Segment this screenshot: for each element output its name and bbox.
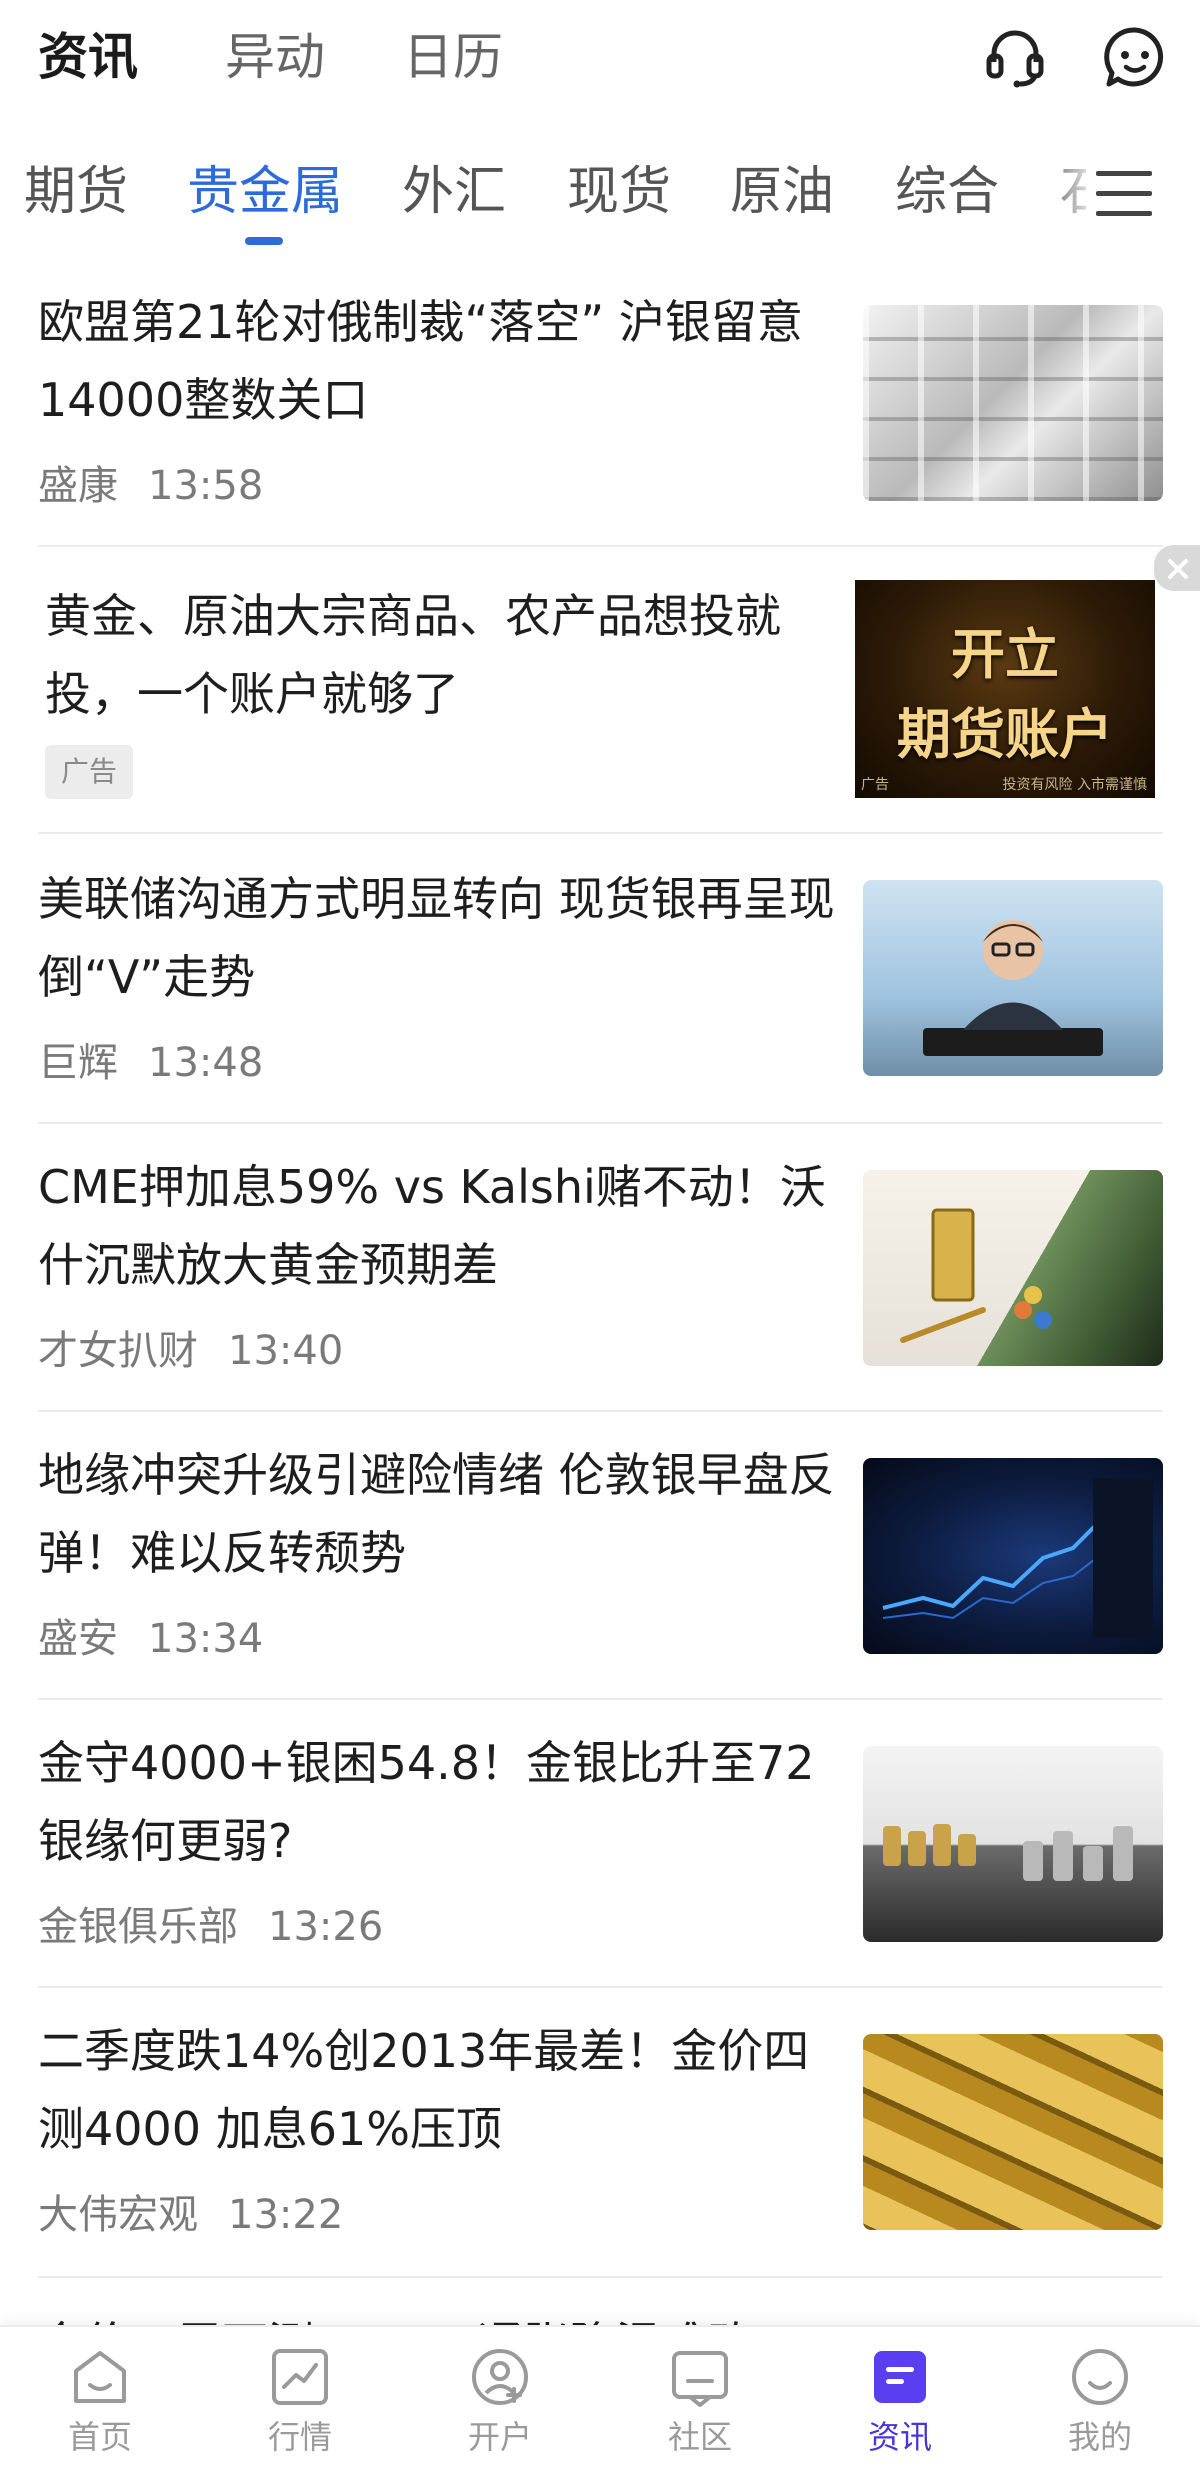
news-meta: 盛康 13:58 [38,458,263,514]
tab-movers[interactable]: 异动 [225,22,325,92]
news-time: 13:40 [228,1328,344,1374]
nav-home[interactable]: 首页 [0,2327,200,2466]
ad-image-line2: 期货账户 [897,703,1113,766]
home-icon [74,2351,126,2403]
divider [38,1122,1163,1124]
news-meta: 大伟宏观 13:22 [38,2187,343,2243]
abacus-illustration [900,1208,1052,1343]
chart-icon [272,2349,328,2405]
chat-icon[interactable] [1100,22,1170,92]
news-time: 13:48 [148,1040,264,1086]
close-icon[interactable] [1154,545,1200,591]
tab-forex[interactable]: 外汇 [402,157,506,227]
news-title[interactable]: 美联储沟通方式明显转向 现货银再呈现倒“V”走势 [38,860,838,1016]
nav-label: 开户 [467,2418,532,2456]
boy-illustration [923,920,1103,1056]
news-title[interactable]: CME押加息59% vs Kalshi赌不动！沃什沉默放大黄金预期差 [38,1148,838,1304]
news-time: 13:58 [148,463,264,509]
chess-illustration [883,1824,1133,1881]
news-thumbnail-silver-bars[interactable] [863,305,1163,501]
divider [38,1986,1163,1988]
ad-image-tag: 广告 [861,777,889,793]
category-tab-bar: 期货 贵金属 外汇 现货 原油 综合 石 [0,145,1200,255]
news-title[interactable]: 二季度跌14%创2013年最差！金价四测4000 加息61%压顶 [38,2012,838,2168]
ad-image[interactable]: 开立 期货账户 广告 投资有风险 入市需谨慎 [855,580,1155,798]
community-icon [672,2351,728,2407]
news-source: 大伟宏观 [38,2192,198,2238]
news-icon [874,2351,926,2403]
tab-spot[interactable]: 现货 [567,157,671,227]
nav-mine[interactable]: 我的 [1000,2327,1200,2466]
news-thumbnail-abacus-money[interactable] [863,1170,1163,1366]
tab-fade [1040,145,1100,255]
divider [38,2276,1163,2278]
tab-precious-metals[interactable]: 贵金属 [187,157,343,227]
tab-calendar[interactable]: 日历 [403,22,503,92]
tab-news[interactable]: 资讯 [38,22,138,92]
news-meta: 盛安 13:34 [38,1611,263,1667]
nav-market[interactable]: 行情 [200,2327,400,2466]
news-time: 13:26 [268,1904,384,1950]
menu-icon[interactable] [1092,165,1156,221]
news-source: 金银俱乐部 [38,1904,238,1950]
headset-icon[interactable] [980,22,1050,92]
tab-futures[interactable]: 期货 [24,157,128,227]
news-title[interactable]: 地缘冲突升级引避险情绪 伦敦银早盘反弹！难以反转颓势 [38,1436,838,1592]
divider [38,1410,1163,1412]
active-tab-indicator [245,237,283,245]
tab-general[interactable]: 综合 [895,157,999,227]
rising-line-illustration [882,1478,1153,1638]
news-title[interactable]: 金守4000+银困54.8！金银比升至72 银缘何更弱? [38,1724,838,1880]
news-source: 盛康 [38,463,118,509]
news-thumbnail-rising-chart[interactable] [863,1458,1163,1654]
ad-badge: 广告 [45,745,133,799]
news-title[interactable]: 欧盟第21轮对俄制裁“落空” 沪银留意14000整数关口 [38,283,838,439]
nav-open-account[interactable]: 开户 [400,2327,600,2466]
user-add-icon [472,2349,528,2405]
nav-news[interactable]: 资讯 [800,2327,1000,2466]
divider [38,1698,1163,1700]
news-meta: 才女扒财 13:40 [38,1323,343,1379]
nav-label: 行情 [267,2418,332,2456]
top-header: 资讯 异动 日历 [0,0,1200,115]
ad-image-disclaimer: 投资有风险 入市需谨慎 [1002,777,1147,793]
nav-label: 资讯 [867,2418,932,2456]
news-time: 13:34 [148,1616,264,1662]
ad-image-line1: 开立 [951,623,1059,686]
smile-icon [1072,2349,1128,2405]
divider [38,832,1163,834]
nav-label: 我的 [1067,2418,1132,2456]
news-source: 才女扒财 [38,1328,198,1374]
ad-title[interactable]: 黄金、原油大宗商品、农产品想投就投，一个账户就够了 [45,577,835,733]
news-time: 13:22 [228,2192,344,2238]
news-thumbnail-boy-keyboard[interactable] [863,880,1163,1076]
news-source: 盛安 [38,1616,118,1662]
news-source: 巨辉 [38,1040,118,1086]
nav-community[interactable]: 社区 [600,2327,800,2466]
tab-crude-oil[interactable]: 原油 [730,157,834,227]
divider [38,545,1163,547]
news-thumbnail-chess[interactable] [863,1746,1163,1942]
nav-label: 首页 [67,2418,132,2456]
news-meta: 巨辉 13:48 [38,1035,263,1091]
nav-label: 社区 [667,2418,732,2456]
news-meta: 金银俱乐部 13:26 [38,1899,383,1955]
bottom-navigation: 首页 行情 开户 社区 资讯 我的 [0,2325,1200,2466]
news-thumbnail-gold-bars[interactable] [863,2034,1163,2230]
